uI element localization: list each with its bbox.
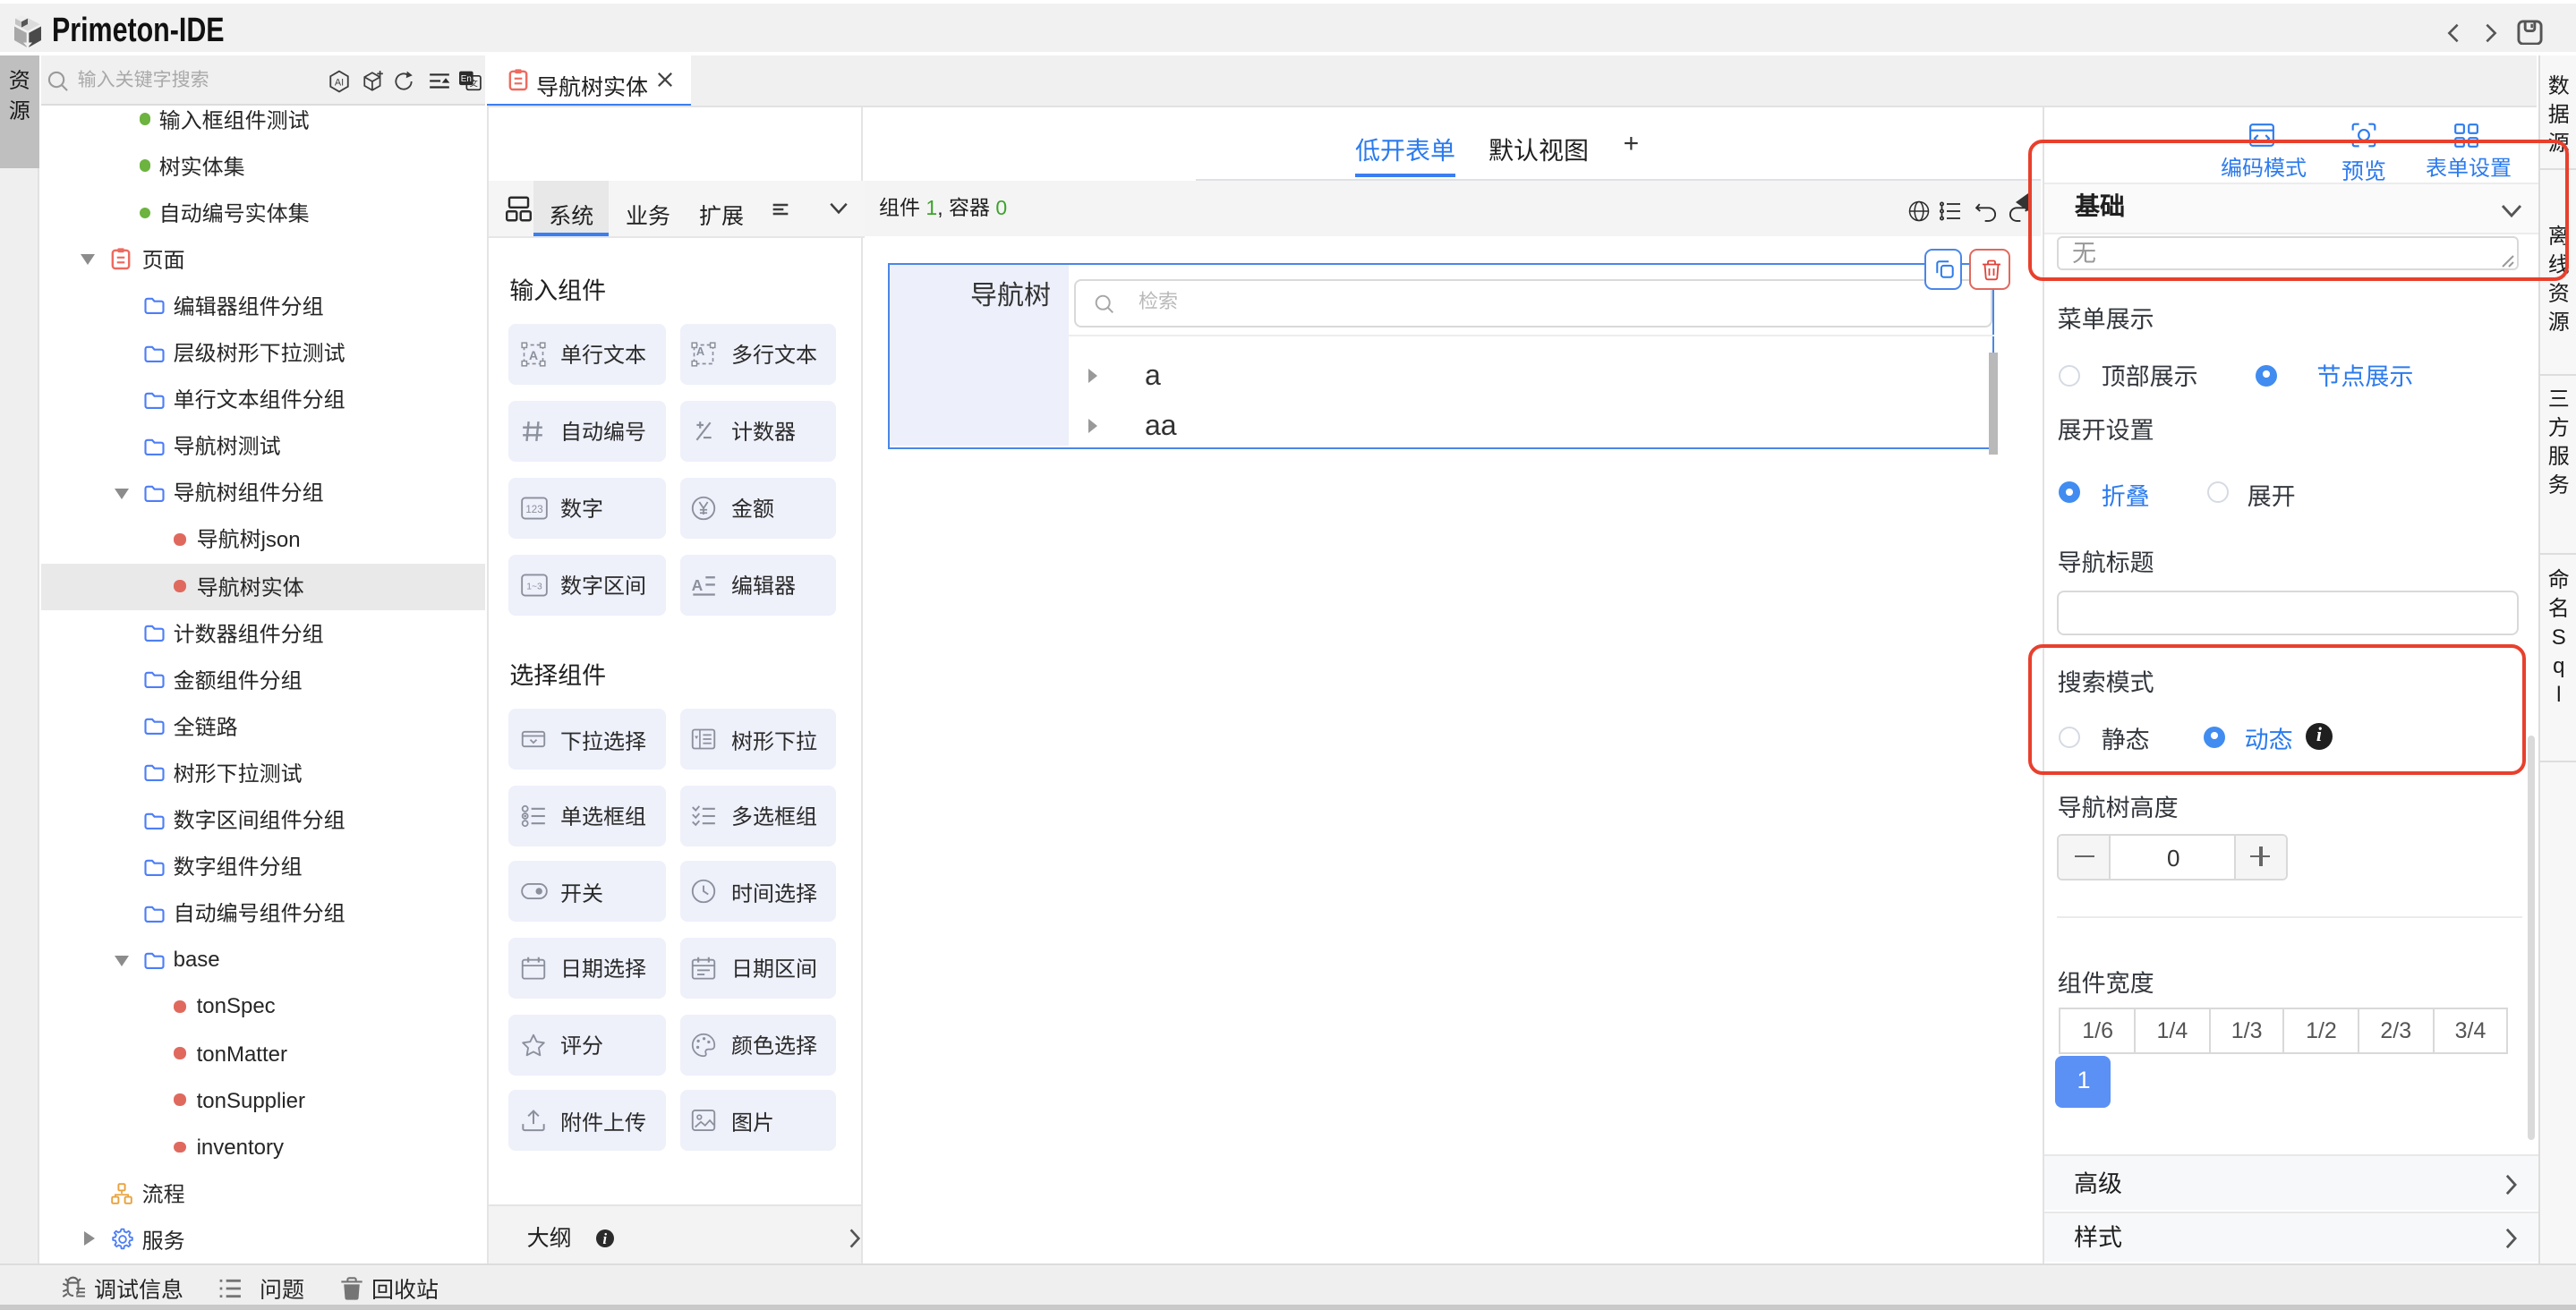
svg-text:A: A [697,344,705,357]
svg-text:A: A [529,347,538,362]
svg-text:A: A [693,575,704,593]
svg-text:123: 123 [525,504,542,515]
svg-text:1~3: 1~3 [526,582,542,591]
svg-text:AI: AI [336,77,345,88]
svg-text:En: En [462,74,473,84]
